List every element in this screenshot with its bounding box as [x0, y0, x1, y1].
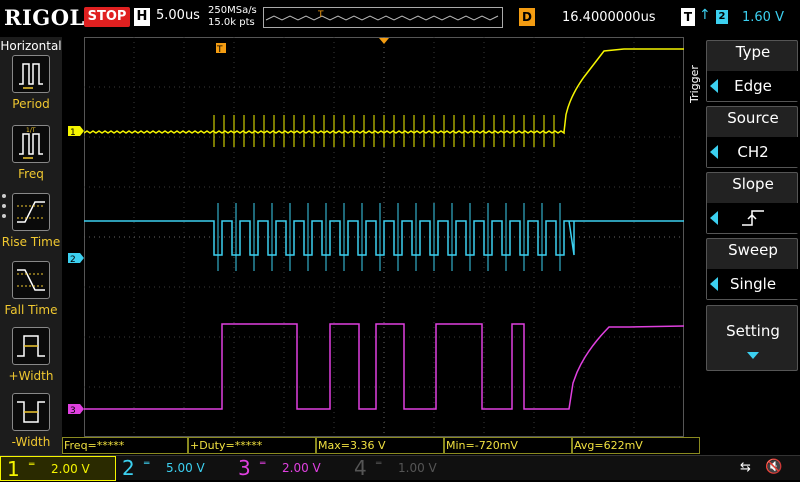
measurement-positive-duty[interactable]: +Duty=*****: [188, 437, 316, 454]
acquisition-info: 250MSa/s 15.0k pts: [208, 5, 257, 29]
ch4-status[interactable]: 4 ═ 1.00 V: [348, 456, 464, 481]
trigger-menu-title: Trigger: [688, 65, 701, 103]
measure-fall-time-label: Fall Time: [4, 303, 58, 317]
ch2-scale: 5.00 V: [166, 461, 205, 475]
trigger-slope-label: Slope: [732, 175, 774, 193]
measure-positive-width-label: +Width: [8, 369, 54, 383]
memory-trigger-marker: T: [317, 10, 324, 20]
memory-overview-waveform-icon: T: [265, 10, 499, 21]
trigger-channel-badge: 2: [716, 10, 728, 24]
measure-fall-time-item[interactable]: Fall Time: [0, 261, 62, 327]
center-marker-icon: [379, 38, 389, 44]
trigger-type-button[interactable]: Type Edge: [706, 40, 799, 102]
ch1-status[interactable]: 1 ═ 2.00 V: [0, 456, 116, 481]
trigger-edge-icon: ↑: [699, 7, 711, 23]
measure-freq-label: Freq: [18, 167, 44, 181]
ch2-offset-marker[interactable]: 2: [68, 253, 84, 265]
measurement-min[interactable]: Min=-720mV: [444, 437, 572, 454]
measurement-freq[interactable]: Freq=*****: [62, 437, 188, 454]
measurement-avg[interactable]: Avg=622mV: [572, 437, 700, 454]
sample-rate: 250MSa/s: [208, 5, 257, 16]
usb-icon: ⇆: [740, 460, 751, 475]
trigger-sweep-button[interactable]: Sweep Single: [706, 238, 799, 300]
ch1-coupling-icon: ═: [29, 460, 35, 470]
delay-value[interactable]: 16.4000000us: [562, 10, 656, 25]
ch4-number: 4: [354, 456, 367, 480]
ch2-coupling-icon: ═: [144, 459, 150, 469]
ch3-scale: 2.00 V: [282, 461, 321, 475]
speaker-muted-icon[interactable]: 🔇: [765, 459, 782, 475]
timebase-badge: H: [134, 8, 150, 26]
period-icon: [12, 55, 50, 93]
rigol-logo: RIGOL: [4, 5, 85, 30]
ch4-coupling-icon: ═: [376, 459, 382, 469]
timebase-value[interactable]: 5.00us: [156, 8, 200, 23]
frequency-icon: 1/T: [12, 125, 50, 163]
ch2-status[interactable]: 2 ═ 5.00 V: [116, 456, 232, 481]
left-arrow-icon: [710, 145, 718, 159]
trigger-source-value: CH2: [707, 137, 799, 167]
status-bar: RIGOL STOP H 5.00us 250MSa/s 15.0k pts T…: [0, 0, 800, 37]
horizontal-measure-menu: Horizontal Period 1/T Freq Rise Time Fal…: [0, 37, 62, 455]
measure-freq-item[interactable]: 1/T Freq: [0, 125, 62, 191]
trigger-source-button[interactable]: Source CH2: [706, 106, 799, 168]
memory-depth: 15.0k pts: [208, 17, 255, 28]
trigger-sweep-value: Single: [707, 269, 799, 299]
marker-overlay: 1 2 3 T: [68, 38, 692, 416]
measure-period-item[interactable]: Period: [0, 55, 62, 121]
ch4-scale: 1.00 V: [398, 461, 437, 475]
trigger-slope-button[interactable]: Slope: [706, 172, 799, 234]
svg-text:T: T: [216, 45, 223, 55]
trigger-type-label: Type: [735, 43, 771, 61]
measure-negative-width-item[interactable]: -Width: [0, 393, 62, 459]
ch1-scale: 2.00 V: [51, 462, 90, 476]
run-stop-badge[interactable]: STOP: [84, 7, 130, 27]
measure-period-label: Period: [12, 97, 50, 111]
ch1-offset-marker[interactable]: 1: [68, 126, 84, 138]
trigger-badge: T: [681, 8, 695, 26]
menu-title: Horizontal: [0, 39, 62, 53]
svg-text:3: 3: [70, 406, 76, 416]
positive-width-icon: [12, 327, 50, 365]
fall-time-icon: [12, 261, 50, 299]
measure-rise-time-item[interactable]: Rise Time: [0, 193, 62, 259]
negative-width-icon: [12, 393, 50, 431]
channel-bar: 1 ═ 2.00 V 2 ═ 5.00 V 3 ═ 2.00 V 4 ═ 1.0…: [0, 455, 800, 481]
measurement-max[interactable]: Max=3.36 V: [316, 437, 444, 454]
rise-time-icon: [12, 193, 50, 231]
ch2-number: 2: [122, 456, 135, 480]
trigger-setting-label: Setting: [726, 322, 780, 340]
trigger-source-label: Source: [727, 109, 779, 127]
left-arrow-icon: [710, 211, 718, 225]
measure-positive-width-item[interactable]: +Width: [0, 327, 62, 393]
trigger-level[interactable]: 1.60 V: [742, 10, 784, 25]
ch1-number: 1: [7, 457, 20, 481]
ch3-coupling-icon: ═: [260, 459, 266, 469]
left-arrow-icon: [710, 277, 718, 291]
svg-text:1: 1: [70, 128, 76, 138]
svg-text:2: 2: [70, 255, 76, 265]
rising-edge-icon: [707, 203, 799, 233]
measure-rise-time-label: Rise Time: [1, 235, 61, 249]
delay-badge: D: [519, 8, 535, 26]
trigger-sweep-label: Sweep: [728, 241, 778, 259]
trigger-menu: Trigger Type Edge Source CH2 Slope Sweep…: [686, 37, 800, 455]
trigger-setting-button[interactable]: Setting: [706, 305, 798, 371]
measurement-bar: Freq=***** +Duty=***** Max=3.36 V Min=-7…: [62, 437, 700, 454]
svg-text:1/T: 1/T: [26, 127, 36, 134]
ch3-status[interactable]: 3 ═ 2.00 V: [232, 456, 348, 481]
memory-overview: T: [263, 7, 503, 28]
measure-negative-width-label: -Width: [11, 435, 51, 449]
trigger-type-value: Edge: [707, 71, 799, 101]
ch3-offset-marker[interactable]: 3: [68, 404, 84, 416]
left-arrow-icon: [710, 79, 718, 93]
trigger-position-marker[interactable]: T: [216, 43, 226, 55]
down-arrow-icon: [747, 352, 759, 359]
ch3-number: 3: [238, 456, 251, 480]
